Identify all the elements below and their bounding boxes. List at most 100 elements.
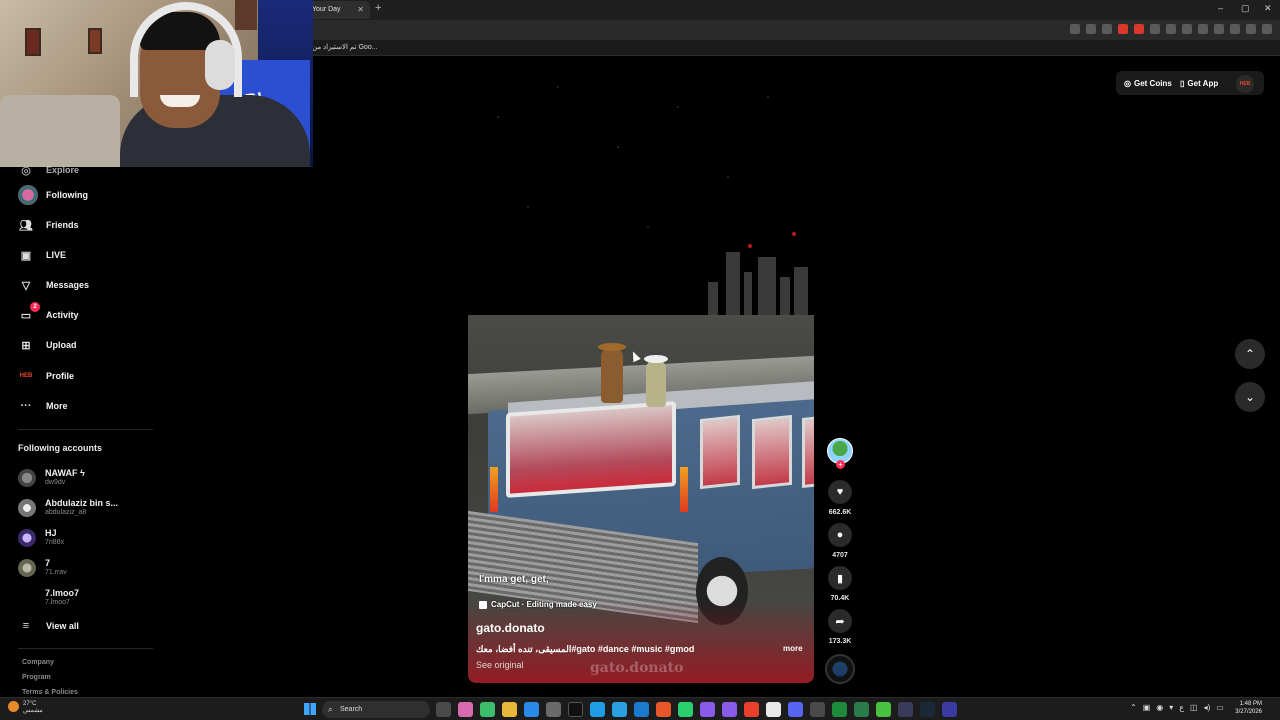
edge-icon[interactable] (634, 702, 649, 717)
account-item[interactable]: 7.lmoo7 7.lmoo7 (18, 587, 79, 609)
discord-icon[interactable] (788, 702, 803, 717)
video-player[interactable]: gato.donato (468, 57, 814, 683)
wall-art (235, 0, 257, 30)
sidebar-item-activity[interactable]: ▭ 2 Activity (18, 302, 79, 326)
tray-app-icon[interactable]: ◉ (1156, 703, 1163, 712)
network-icon[interactable]: ◫ (1190, 703, 1198, 712)
next-video-button[interactable]: ⌄ (1235, 382, 1265, 412)
minimize-button[interactable]: – (1218, 3, 1223, 13)
battery-icon[interactable]: ▭ (1216, 703, 1224, 712)
copilot-icon[interactable] (458, 702, 473, 717)
app-icon[interactable] (700, 702, 715, 717)
music-disc-icon[interactable] (825, 654, 855, 684)
footer-terms[interactable]: Terms & Policies (22, 689, 78, 696)
webcam-overlay: ORI (0, 0, 313, 167)
app-icon[interactable] (524, 702, 539, 717)
user-avatar[interactable]: HEB (1236, 75, 1254, 93)
clock-date: 3/27/2026 (1235, 709, 1262, 715)
app-icon[interactable] (722, 702, 737, 717)
sidebar-item-live[interactable]: ▣ LIVE (18, 244, 66, 266)
leo-icon[interactable] (1230, 24, 1240, 34)
capcut-link[interactable]: CapCut · Editing made easy (479, 600, 597, 609)
telegram-icon[interactable] (612, 702, 627, 717)
zoom-icon[interactable] (1150, 24, 1160, 34)
chrome-icon[interactable] (766, 702, 781, 717)
app-icon[interactable] (942, 702, 957, 717)
app-icon[interactable] (546, 702, 561, 717)
brave-rewards-icon[interactable] (1134, 24, 1144, 34)
brave-icon[interactable] (744, 702, 759, 717)
account-item[interactable]: 7 71.rrav (18, 557, 67, 579)
brave-shield-icon[interactable] (1118, 24, 1128, 34)
sidebar-item-messages[interactable]: ▽ Messages (18, 274, 89, 296)
footer-program[interactable]: Program (22, 674, 51, 681)
like-button[interactable]: ♥ (828, 480, 852, 504)
app-icon[interactable] (898, 702, 913, 717)
tab-close-icon[interactable]: ✕ (357, 1, 364, 19)
extensions-icon[interactable] (1166, 24, 1176, 34)
account-item[interactable]: NAWAF ϟ dw9dv (18, 467, 85, 489)
vpn-icon[interactable] (1246, 24, 1256, 34)
previous-video-button[interactable]: ⌃ (1235, 339, 1265, 369)
account-item[interactable]: Abdulaziz bin s... abdulaziz_a8 (18, 497, 118, 519)
menu-icon[interactable] (1262, 24, 1272, 34)
sidebar-item-profile[interactable]: HEB Profile (18, 365, 74, 387)
browser-tab[interactable]: Your Day ✕ (305, 1, 370, 19)
open-external-icon[interactable] (1086, 24, 1096, 34)
save-button[interactable]: ▮ (828, 566, 852, 590)
app-icon[interactable] (656, 702, 671, 717)
sidebar-item-explore[interactable]: ◎ Explore (18, 159, 79, 181)
wallet-icon[interactable] (1214, 24, 1224, 34)
more-icon: ··· (20, 400, 32, 412)
task-view-icon[interactable] (436, 702, 451, 717)
app-icon[interactable] (876, 702, 891, 717)
messages-icon: ▽ (21, 279, 31, 292)
share-icon[interactable] (1102, 24, 1112, 34)
tray-app-icon[interactable]: ▣ (1143, 703, 1151, 712)
comment-button[interactable]: ● (828, 523, 852, 547)
language-indicator[interactable]: ع (1179, 703, 1184, 712)
get-coins-button[interactable]: ◎ Get Coins (1118, 71, 1178, 95)
footer-company[interactable]: Company (22, 659, 54, 666)
tiktok-icon[interactable] (568, 702, 583, 717)
tray-chevron-icon[interactable]: ⌃ (1130, 703, 1137, 712)
chevron-down-icon: ⌄ (1244, 390, 1256, 404)
excel-icon[interactable] (832, 702, 847, 717)
media-icon[interactable] (1182, 24, 1192, 34)
taskbar-search[interactable]: ⌕ Search (322, 701, 430, 718)
share-button[interactable]: ➦ (828, 609, 852, 633)
windows-start-icon[interactable] (304, 703, 316, 715)
volume-tray-icon[interactable]: ◂) (1204, 703, 1211, 712)
app-icon[interactable] (480, 702, 495, 717)
description-more-button[interactable]: more (783, 644, 803, 653)
tray-app-icon[interactable]: ▾ (1169, 703, 1173, 712)
account-name: HJ (45, 528, 57, 538)
tab-title: Your Day (312, 6, 341, 13)
sidebar-toggle-icon[interactable] (1198, 24, 1208, 34)
see-original-link[interactable]: See original (476, 660, 524, 670)
sidebar-item-following[interactable]: Following (18, 184, 88, 206)
account-item[interactable]: HJ 7ri88x (18, 527, 64, 549)
get-app-button[interactable]: ▯ Get App (1174, 71, 1224, 95)
whatsapp-icon[interactable] (678, 702, 693, 717)
sidebar-item-friends[interactable]: 👥︎ Friends (18, 214, 79, 236)
app-icon[interactable] (810, 702, 825, 717)
file-explorer-icon[interactable] (502, 702, 517, 717)
sidebar-item-upload[interactable]: ⊞ Upload (18, 334, 76, 356)
steam-icon[interactable] (920, 702, 935, 717)
app-icon[interactable] (590, 702, 605, 717)
video-author[interactable]: gato.donato (476, 621, 545, 635)
view-all-link[interactable]: ≡ View all (18, 615, 79, 637)
bookmark-imported[interactable]: تم الاستيراد من Goo... (312, 43, 378, 51)
sidebar-item-more[interactable]: ··· More (18, 395, 68, 417)
reader-icon[interactable] (1070, 24, 1080, 34)
close-window-button[interactable]: ✕ (1264, 3, 1272, 14)
wall-art (88, 28, 102, 54)
extension-icons (1070, 24, 1272, 34)
maximize-button[interactable]: ▢ (1241, 3, 1250, 14)
follow-plus-icon[interactable]: + (836, 460, 845, 469)
weather-widget[interactable]: 27°C مشمس (8, 701, 43, 715)
app-icon[interactable] (854, 702, 869, 717)
taskbar-clock[interactable]: 1:48 PM 3/27/2026 (1226, 700, 1262, 716)
new-tab-button[interactable]: + (375, 2, 381, 14)
